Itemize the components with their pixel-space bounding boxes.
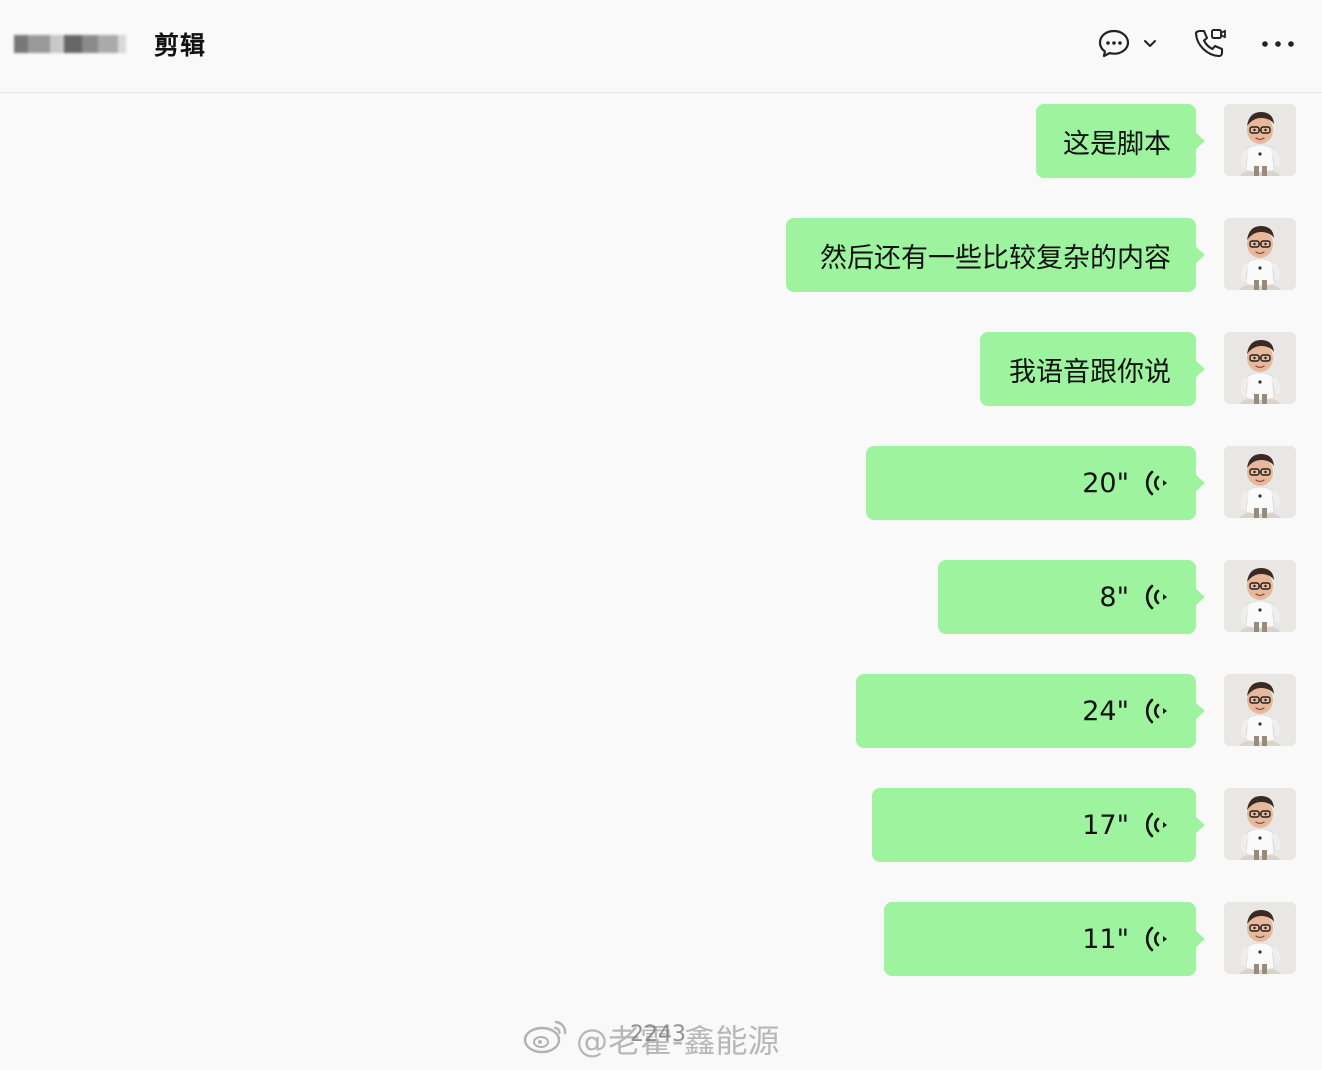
header-actions	[1094, 24, 1298, 64]
voice-duration: 24"	[1082, 695, 1129, 727]
message-row: 11"	[884, 902, 1296, 976]
avatar[interactable]	[1224, 788, 1296, 860]
message-bubble[interactable]: 这是脚本	[1036, 104, 1205, 178]
message-bubble[interactable]: 然后还有一些比较复杂的内容	[786, 218, 1205, 292]
more-icon[interactable]	[1258, 24, 1298, 64]
voice-wave-icon	[1145, 697, 1171, 725]
message-text: 然后还有一些比较复杂的内容	[820, 242, 1171, 274]
message-row: 20"	[866, 446, 1296, 520]
message-row: 我语音跟你说	[980, 332, 1296, 406]
avatar[interactable]	[1224, 446, 1296, 518]
avatar[interactable]	[1224, 902, 1296, 974]
voice-message-bubble[interactable]: 17"	[872, 788, 1205, 862]
message-list: 这是脚本 然后还有一些比较复杂的内容 我语音跟你说 20" 8" 24" 17"…	[0, 93, 1322, 1070]
blurred-contact-name	[14, 30, 144, 58]
watermark: @老霍-鑫能源 2243	[522, 1016, 780, 1062]
avatar[interactable]	[1224, 560, 1296, 632]
voice-wave-icon	[1145, 811, 1171, 839]
watermark-text: @老霍-鑫能源 2243	[576, 1022, 780, 1060]
chat-title-area: 剪辑	[14, 18, 206, 70]
message-bubble[interactable]: 我语音跟你说	[980, 332, 1205, 406]
voice-duration: 17"	[1082, 809, 1129, 841]
call-video-icon[interactable]	[1190, 24, 1230, 64]
weibo-logo-icon	[522, 1015, 570, 1063]
voice-message-bubble[interactable]: 11"	[884, 902, 1205, 976]
message-text: 我语音跟你说	[1009, 356, 1171, 388]
chat-title: 剪辑	[154, 31, 207, 60]
voice-message-bubble[interactable]: 20"	[866, 446, 1205, 520]
message-row: 24"	[856, 674, 1296, 748]
voice-message-bubble[interactable]: 8"	[938, 560, 1205, 634]
voice-duration: 11"	[1082, 923, 1129, 955]
message-text: 这是脚本	[1063, 128, 1171, 160]
message-row: 17"	[872, 788, 1296, 862]
voice-duration: 20"	[1082, 467, 1129, 499]
avatar[interactable]	[1224, 332, 1296, 404]
avatar[interactable]	[1224, 104, 1296, 176]
voice-wave-icon	[1145, 469, 1171, 497]
message-row: 然后还有一些比较复杂的内容	[786, 218, 1296, 292]
voice-wave-icon	[1145, 925, 1171, 953]
watermark-number: 2243	[630, 1022, 686, 1047]
voice-duration: 8"	[1099, 581, 1129, 613]
voice-message-bubble[interactable]: 24"	[856, 674, 1205, 748]
avatar[interactable]	[1224, 218, 1296, 290]
voice-wave-icon	[1145, 583, 1171, 611]
chat-bubble-icon[interactable]	[1094, 24, 1134, 64]
avatar[interactable]	[1224, 674, 1296, 746]
chat-header: 剪辑	[0, 0, 1322, 93]
message-row: 8"	[938, 560, 1296, 634]
message-row: 这是脚本	[1036, 104, 1296, 178]
chevron-down-icon[interactable]	[1140, 24, 1160, 64]
